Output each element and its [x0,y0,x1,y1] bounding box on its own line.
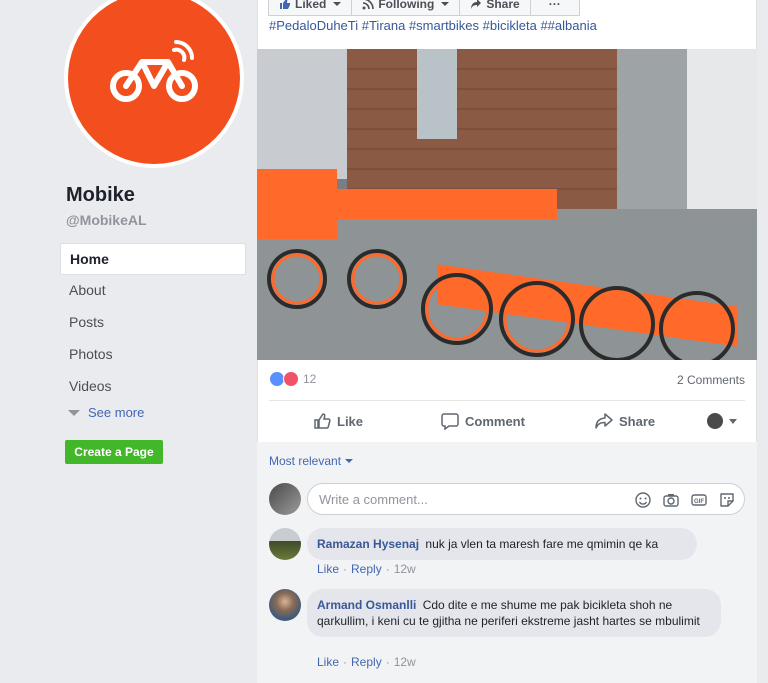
choose-identity-button[interactable] [707,413,737,429]
love-reaction-icon [283,371,299,387]
comment-bubble-icon [441,413,459,430]
chevron-down-icon [333,2,342,6]
comment-bubble: Ramazan Hysenaj nuk ja vlen ta maresh fa… [307,528,697,560]
rss-icon [362,0,375,10]
separator: · [343,562,348,576]
commenter-avatar[interactable] [269,528,301,560]
comment-like-link[interactable]: Like [317,655,339,669]
comment-label: Comment [465,413,525,429]
like-button[interactable]: Like [313,412,363,430]
post-photo[interactable] [257,49,757,360]
mobike-logo [68,0,240,164]
thumbs-up-icon [280,0,290,9]
post-actions: Like Comment Share [269,405,745,437]
separator: · [343,655,348,669]
comment-time[interactable]: 12w [394,562,416,576]
more-icon: ··· [548,0,561,11]
share-arrow-icon [471,0,482,9]
post-hashtags[interactable]: #PedaloDuheTi #Tirana #smartbikes #biçik… [269,16,597,30]
comments-count-link[interactable]: 2 Comments [677,373,745,387]
write-comment-box[interactable]: GIF [307,483,745,515]
chevron-down-icon [729,418,737,424]
following-button[interactable]: Following [352,0,461,16]
liked-button[interactable]: Liked [268,0,353,16]
comment-input-tools: GIF [634,491,736,509]
reaction-count: 12 [303,372,317,386]
create-page-button[interactable]: Create a Page [65,440,163,464]
comment-reply-link[interactable]: Reply [351,655,382,669]
nav-item-posts[interactable]: Posts [60,307,246,339]
page-profile-picture[interactable] [64,0,244,168]
see-more-link[interactable]: See more [68,405,144,420]
comment-like-link[interactable]: Like [317,562,339,576]
chevron-down-icon [441,2,450,6]
gif-icon[interactable]: GIF [690,491,708,509]
nav-item-videos[interactable]: Videos [60,371,246,403]
comment-author[interactable]: Armand Osmanlli [317,598,416,612]
comment-sort-dropdown[interactable]: Most relevant [269,454,354,468]
following-label: Following [378,0,435,11]
comment-text: nuk ja vlen ta maresh fare me qmimin qe … [425,537,659,551]
share-label: Share [619,413,656,429]
separator: · [385,562,390,576]
emoji-icon[interactable] [634,491,652,509]
share-page-button[interactable]: Share [460,0,531,16]
nav-item-photos[interactable]: Photos [60,339,246,371]
like-label: Like [337,413,364,429]
chevron-down-icon [68,409,80,416]
nav-item-home[interactable]: Home [60,243,246,275]
chevron-down-icon [345,459,354,463]
comment-meta: Like · Reply · 12w [317,655,416,669]
post-header-buttons: Liked Following Share ··· [268,0,580,16]
commenter-avatar[interactable] [269,589,301,621]
identity-avatar [707,413,723,429]
comment-time[interactable]: 12w [394,655,416,669]
share-page-label: Share [486,0,520,11]
camera-icon[interactable] [662,491,680,509]
comment-button[interactable]: Comment [441,412,525,430]
page-name[interactable]: Mobike [66,184,135,207]
share-button[interactable]: Share [595,412,655,430]
page-nav: Home About Posts Photos Videos [60,243,246,403]
current-user-avatar[interactable] [269,483,301,515]
liked-label: Liked [295,0,327,11]
comment-bubble: Armand Osmanlli Cdo dite e me shume me p… [307,589,721,637]
comment-meta: Like · Reply · 12w [317,562,416,576]
comment-author[interactable]: Ramazan Hysenaj [317,537,419,551]
comment-reply-link[interactable]: Reply [351,562,382,576]
divider [269,400,745,401]
separator: · [385,655,390,669]
more-options-button[interactable]: ··· [530,0,580,16]
nav-item-about[interactable]: About [60,275,246,307]
svg-text:GIF: GIF [694,499,704,505]
sort-label: Most relevant [269,454,342,468]
comment-input[interactable] [308,491,628,507]
see-more-label: See more [88,405,145,420]
page-handle[interactable]: @MobikeAL [66,212,147,228]
share-arrow-icon [595,413,613,429]
sticker-icon[interactable] [718,491,736,509]
thumbs-up-icon [314,413,331,429]
reactions-summary[interactable]: 12 [269,371,316,387]
